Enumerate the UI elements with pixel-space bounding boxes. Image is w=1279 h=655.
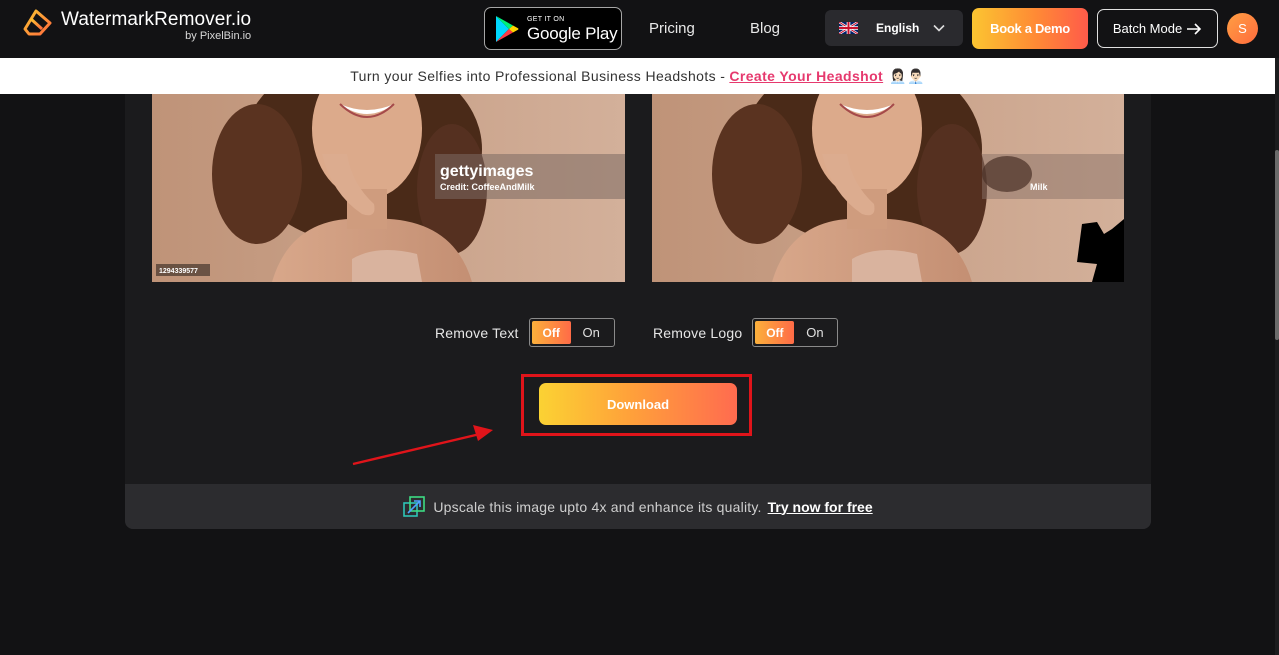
headshot-emoji: 👩🏻‍💼👨🏻‍💼 (889, 67, 925, 84)
nav-blog[interactable]: Blog (750, 20, 780, 37)
upscale-text: Upscale this image upto 4x and enhance i… (433, 498, 762, 515)
remove-text-control: Remove Text Off On (435, 318, 615, 347)
remove-logo-toggle[interactable]: Off On (752, 318, 839, 347)
banner-text: Turn your Selfies into Professional Busi… (350, 68, 726, 84)
remove-text-on-option[interactable]: On (571, 325, 612, 340)
getty-credit-text: Credit: CoffeeAndMilk (440, 182, 535, 192)
image-id-text: 1294339577 (159, 268, 198, 275)
eraser-logo-icon (23, 9, 52, 37)
google-play-badge[interactable]: GET IT ON Google Play (484, 7, 622, 50)
remove-logo-control: Remove Logo Off On (653, 318, 839, 347)
chevron-down-icon (933, 24, 945, 32)
google-play-icon (496, 15, 519, 42)
logo-subtitle: by PixelBin.io (185, 30, 252, 42)
logo[interactable]: WatermarkRemover.io by PixelBin.io (22, 8, 251, 42)
result-card: gettyimages Credit: CoffeeAndMilk 129433… (125, 94, 1151, 529)
remove-logo-off-option[interactable]: Off (755, 321, 795, 344)
scrollbar-track[interactable] (1275, 58, 1279, 655)
avatar[interactable]: S (1227, 13, 1258, 44)
residual-watermark-text: Milk (1030, 182, 1048, 192)
upscale-bar: Upscale this image upto 4x and enhance i… (125, 484, 1151, 529)
remove-text-off-option[interactable]: Off (531, 321, 571, 344)
scrollbar-thumb[interactable] (1275, 150, 1279, 340)
batch-mode-label: Batch Mode (1112, 21, 1183, 36)
uk-flag-icon (839, 22, 858, 34)
logo-title: WatermarkRemover.io (61, 9, 252, 30)
top-header: WatermarkRemover.io by PixelBin.io GET I… (0, 0, 1279, 58)
nav-pricing[interactable]: Pricing (649, 20, 695, 37)
try-now-link[interactable]: Try now for free (768, 499, 873, 515)
batch-mode-button[interactable]: Batch Mode (1097, 9, 1218, 48)
remove-text-toggle[interactable]: Off On (528, 318, 615, 347)
arrow-right-icon (1187, 22, 1202, 35)
promo-banner: Turn your Selfies into Professional Busi… (0, 58, 1275, 94)
language-selector[interactable]: English (825, 10, 963, 46)
upscale-icon (403, 495, 426, 517)
download-button[interactable]: Download (539, 383, 737, 425)
book-demo-button[interactable]: Book a Demo (972, 8, 1088, 49)
language-label: English (876, 21, 920, 35)
gplay-small-text: GET IT ON (527, 15, 565, 23)
remove-logo-label: Remove Logo (653, 324, 743, 341)
remove-text-label: Remove Text (435, 324, 519, 341)
create-headshot-link[interactable]: Create Your Headshot (729, 68, 883, 84)
processed-image: Milk (652, 94, 1124, 282)
getty-watermark-text: gettyimages (440, 163, 533, 180)
remove-logo-on-option[interactable]: On (794, 325, 835, 340)
original-image: gettyimages Credit: CoffeeAndMilk 129433… (152, 94, 625, 282)
gplay-big-text: Google Play (527, 23, 618, 43)
